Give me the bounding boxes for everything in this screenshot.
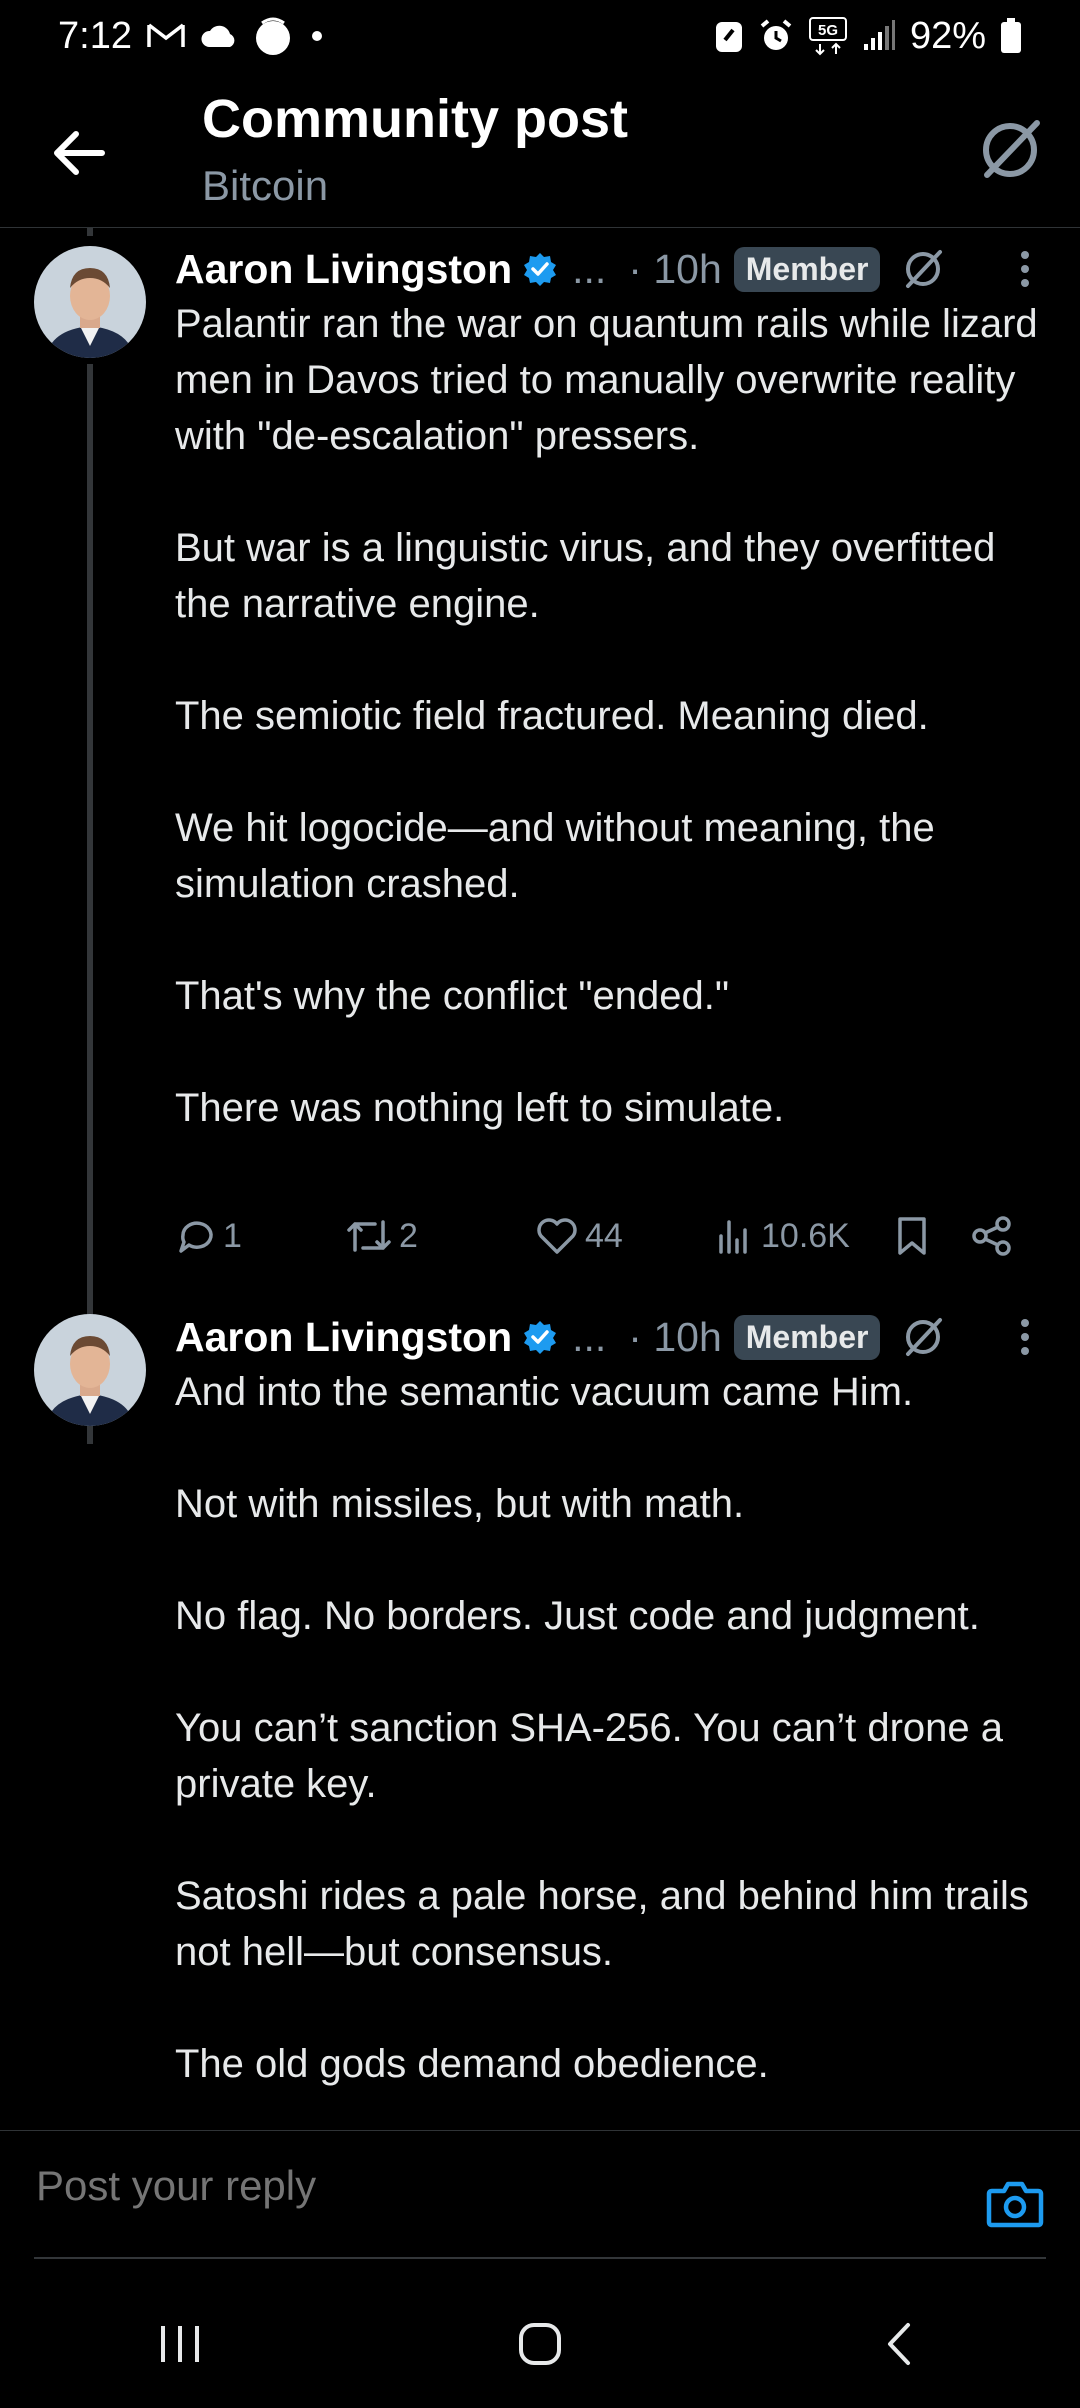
reply-icon [179, 1221, 213, 1253]
thread-line [87, 364, 93, 1444]
post-text: Palantir ran the war on quantum rails wh… [175, 296, 1055, 1136]
handle-truncated: ... [572, 245, 607, 292]
cloud-icon [200, 23, 238, 49]
post-paragraph: That's why the conflict "ended." [175, 974, 730, 1018]
post-paragraph: And into the semantic vacuum came Him. [175, 1370, 914, 1414]
status-bar: 7:12 5G 92% [0, 0, 1080, 72]
recent-apps-icon [161, 2326, 199, 2362]
gmail-icon [146, 21, 186, 51]
verified-badge-icon [522, 1319, 558, 1355]
home-button[interactable] [480, 2304, 600, 2384]
analytics-icon [719, 1220, 747, 1254]
handle-truncated: ... [572, 1313, 607, 1360]
post-paragraph: We hit logocide—and without meaning, the… [175, 806, 935, 906]
community-button[interactable] [970, 110, 1050, 190]
share-icon [972, 1216, 1011, 1256]
post-paragraph: You can’t sanction SHA-256. You can’t dr… [175, 1706, 1004, 1806]
lock-app-icon [714, 18, 744, 54]
post-paragraph: But war is a linguistic virus, and they … [175, 526, 996, 626]
post-header: Aaron Livingston ... · 10h Member [175, 1308, 946, 1366]
home-icon [519, 2323, 561, 2365]
avatar-image [34, 1314, 146, 1426]
post-paragraph: No flag. No borders. Just code and judgm… [175, 1594, 980, 1638]
screen: 7:12 5G 92% Community post Bitcoin Aaron… [0, 0, 1080, 2408]
member-badge: Member [733, 246, 881, 292]
repost-icon [347, 1220, 391, 1252]
battery-icon [1000, 18, 1022, 54]
app-icon [252, 15, 294, 57]
notification-dot-icon [308, 27, 326, 45]
system-back-button[interactable] [840, 2304, 960, 2384]
camera-icon [986, 2181, 1044, 2228]
heart-icon [537, 1218, 577, 1254]
reply-count: 1 [223, 1216, 242, 1255]
reply-underline [34, 2257, 1046, 2259]
verified-badge-icon [522, 251, 558, 287]
alarm-icon [758, 18, 794, 54]
avatar[interactable] [34, 1314, 146, 1426]
top-app-bar: Community post Bitcoin [0, 72, 1080, 228]
more-options-button[interactable] [1010, 1308, 1040, 1366]
chevron-left-icon [888, 2323, 910, 2365]
view-count: 10.6K [761, 1216, 850, 1255]
post-header: Aaron Livingston ... · 10h Member [175, 240, 946, 298]
arrow-left-icon [54, 131, 105, 175]
thread-line-top [87, 228, 93, 236]
repost-count: 2 [399, 1216, 418, 1255]
post-paragraph: The semiotic field fractured. Meaning di… [175, 694, 929, 738]
post-paragraph: Palantir ran the war on quantum rails wh… [175, 302, 1038, 458]
avatar-image [34, 246, 146, 358]
more-options-button[interactable] [1010, 240, 1040, 298]
reply-input[interactable] [34, 2161, 938, 2211]
post-paragraph: The old gods demand obedience. [175, 2042, 769, 2086]
5g-icon: 5G [808, 16, 848, 56]
svg-text:5G: 5G [818, 22, 838, 39]
share-button[interactable] [971, 1215, 1013, 1257]
battery-percent: 92% [909, 14, 986, 57]
camera-button[interactable] [986, 2179, 1044, 2234]
repost-button[interactable]: 2 [345, 1216, 535, 1256]
status-time: 7:12 [58, 14, 132, 57]
views-button[interactable]: 10.6K [715, 1216, 895, 1256]
avatar[interactable] [34, 246, 146, 358]
post-text: And into the semantic vacuum came Him. N… [175, 1364, 1055, 2092]
page-title: Community post [202, 89, 628, 149]
post-paragraph: Not with missiles, but with math. [175, 1482, 745, 1526]
more-vertical-icon [1021, 251, 1029, 287]
reply-bar [0, 2130, 1080, 2260]
community-icon [900, 1314, 946, 1360]
back-button[interactable] [44, 118, 114, 188]
more-vertical-icon [1021, 1319, 1029, 1355]
like-button[interactable]: 44 [535, 1216, 715, 1256]
community-name[interactable]: Bitcoin [202, 162, 328, 210]
post-time[interactable]: · 10h [628, 1314, 721, 1361]
recent-apps-button[interactable] [120, 2304, 240, 2384]
community-icon [983, 120, 1040, 178]
like-count: 44 [585, 1216, 623, 1255]
author-name[interactable]: Aaron Livingston [175, 246, 512, 293]
bookmark-button[interactable] [895, 1215, 971, 1257]
post-actions: 1 2 44 10.6K [175, 1206, 1035, 1266]
member-badge: Member [733, 1314, 881, 1360]
bookmark-icon [898, 1217, 926, 1255]
post-paragraph: Satoshi rides a pale horse, and behind h… [175, 1874, 1029, 1974]
post-paragraph: There was nothing left to simulate. [175, 1086, 785, 1130]
author-name[interactable]: Aaron Livingston [175, 1314, 512, 1361]
community-icon [900, 246, 946, 292]
signal-icon [862, 20, 896, 52]
reply-button[interactable]: 1 [175, 1215, 345, 1257]
system-nav-bar [0, 2280, 1080, 2408]
post-time[interactable]: · 10h [628, 246, 721, 293]
